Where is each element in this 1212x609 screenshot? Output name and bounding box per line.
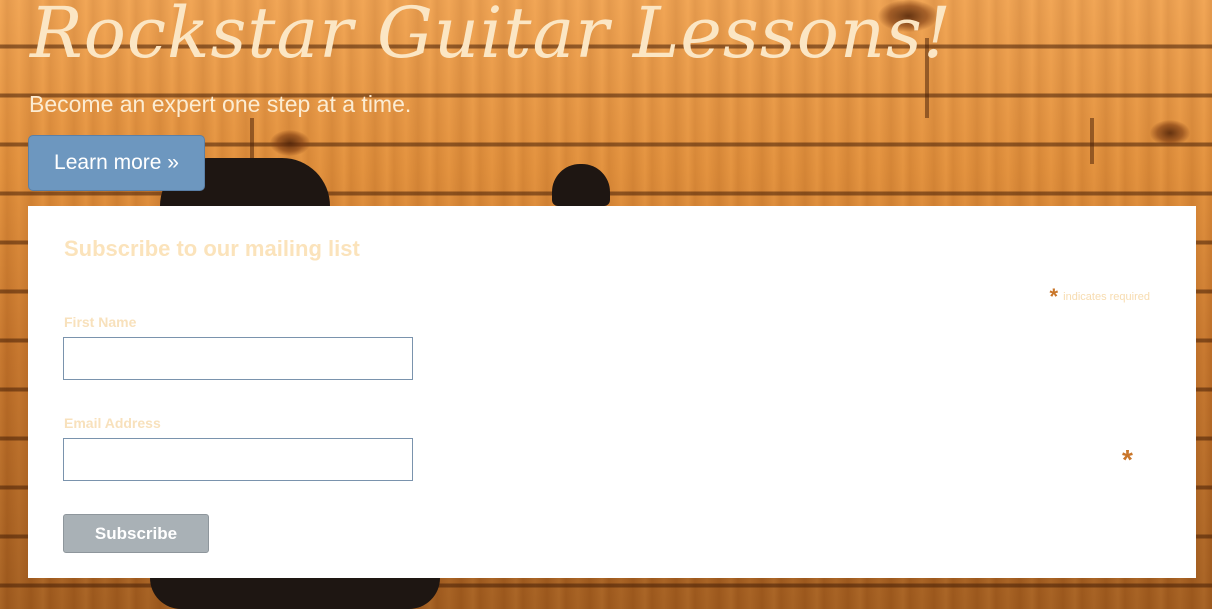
email-field[interactable] [63, 438, 413, 481]
subscribe-heading: Subscribe to our mailing list [64, 236, 360, 261]
first-name-field[interactable] [63, 337, 413, 380]
first-name-label: First Name [64, 314, 137, 330]
required-asterisk: * [1049, 284, 1059, 309]
tagline: Become an expert one step at a time. [29, 91, 412, 117]
wood-knot [270, 130, 310, 156]
email-label: Email Address [64, 415, 161, 431]
email-required-asterisk: * [1122, 444, 1133, 475]
plank-seam [1090, 118, 1094, 164]
subscribe-button[interactable]: Subscribe [63, 514, 209, 553]
required-note: * indicates required [1050, 284, 1150, 310]
learn-more-button[interactable]: Learn more » [28, 135, 205, 191]
site-title: Rockstar Guitar Lessons! [30, 0, 952, 74]
mailing-list-panel: Subscribe to our mailing list * indicate… [28, 206, 1196, 578]
wood-knot [1150, 120, 1190, 146]
required-note-text: indicates required [1063, 291, 1150, 303]
guitar-body-bottom [150, 578, 440, 609]
